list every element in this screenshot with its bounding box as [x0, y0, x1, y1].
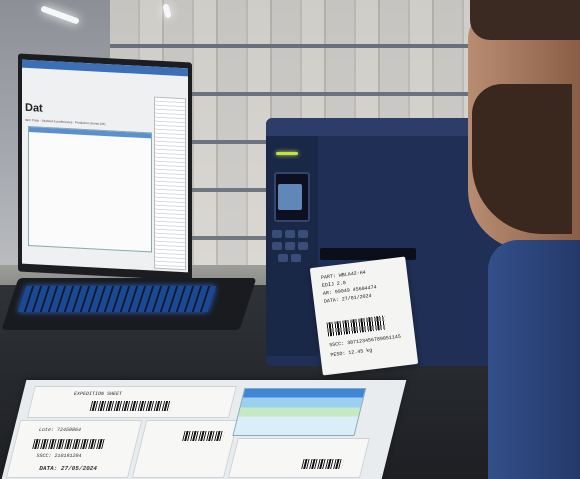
label-barcode — [326, 315, 386, 337]
status-led — [276, 152, 298, 155]
app-side-panel — [154, 96, 186, 271]
document-sheet — [131, 420, 239, 478]
document-text: DATA: 27/05/2024 — [38, 465, 98, 472]
keypad-button — [285, 242, 295, 250]
printed-screenshot-sheet — [232, 388, 367, 436]
document-barcode — [301, 459, 344, 469]
person-shirt — [488, 240, 580, 479]
backlit-keyboard — [17, 286, 217, 312]
person-hair — [470, 0, 580, 40]
document-text: Lote: 72450864 — [38, 427, 82, 433]
app-subtitle: Item Track · Seafood & preferences · Pro… — [25, 117, 106, 127]
document-sheet — [227, 438, 370, 478]
document-barcode — [32, 439, 105, 449]
document-barcode — [89, 401, 173, 411]
laptop-screen: Dat Item Track · Seafood & preferences ·… — [18, 53, 192, 281]
printer-keypad — [272, 230, 308, 266]
document-barcode — [182, 431, 225, 441]
app-dialog — [28, 125, 152, 253]
dialog-title-bar — [29, 127, 151, 139]
document-sheet: Lote: 72450864 SSCC: 210191204 DATA: 27/… — [5, 420, 143, 478]
keypad-button — [272, 230, 282, 238]
app-title-bar — [22, 59, 188, 77]
app-title: Dat — [25, 101, 43, 115]
keypad-button — [285, 230, 295, 238]
printed-label: PART: WBLA42-H4 EDIJ 2.0 AR: 99049 45604… — [309, 256, 419, 376]
warehouse-photo-scene: Dat Item Track · Seafood & preferences ·… — [0, 0, 580, 479]
keypad-button — [278, 254, 288, 262]
document-text: EXPEDITION SHEET — [73, 391, 123, 397]
keypad-button — [298, 230, 308, 238]
ceiling-light — [40, 5, 80, 25]
document-stack: EXPEDITION SHEET Lote: 72450864 SSCC: 21… — [1, 380, 407, 479]
label-line: PESO: 12.45 kg — [330, 347, 373, 359]
lcd-display — [278, 184, 302, 210]
document-sheet: EXPEDITION SHEET — [26, 386, 237, 418]
laptop-display: Dat Item Track · Seafood & preferences ·… — [22, 59, 188, 273]
keypad-button — [298, 242, 308, 250]
document-text: SSCC: 210191204 — [35, 453, 83, 459]
label-line: SSCC: 387123456789051145 — [328, 333, 402, 349]
keypad-button — [272, 242, 282, 250]
keypad-button — [291, 254, 301, 262]
